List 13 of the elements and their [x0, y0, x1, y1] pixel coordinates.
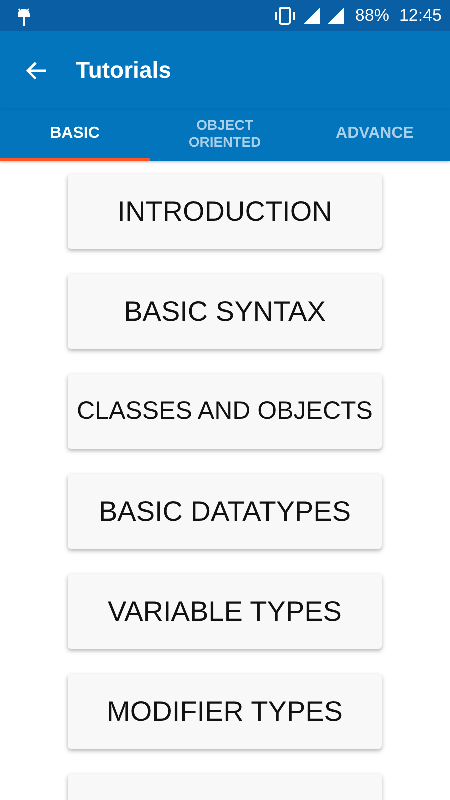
topic-button[interactable]: VARIABLE TYPES [68, 574, 382, 649]
topic-button[interactable]: BASIC DATATYPES [68, 474, 382, 549]
tab[interactable]: BASIC [0, 110, 150, 161]
topic-button[interactable]: MODIFIER TYPES [68, 674, 382, 749]
topic-button[interactable]: INTRODUCTION [68, 174, 382, 249]
screen-title: Tutorials [76, 57, 172, 84]
clock-time: 12:45 [399, 6, 442, 26]
vibrate-icon [273, 6, 298, 24]
signal-icon [327, 6, 346, 24]
battery-level: 88% [355, 6, 390, 26]
topic-button[interactable]: CLASSES AND OBJECTS [68, 374, 382, 449]
signal-icon [303, 6, 322, 24]
topic-button[interactable]: BASIC SYNTAX [68, 274, 382, 349]
